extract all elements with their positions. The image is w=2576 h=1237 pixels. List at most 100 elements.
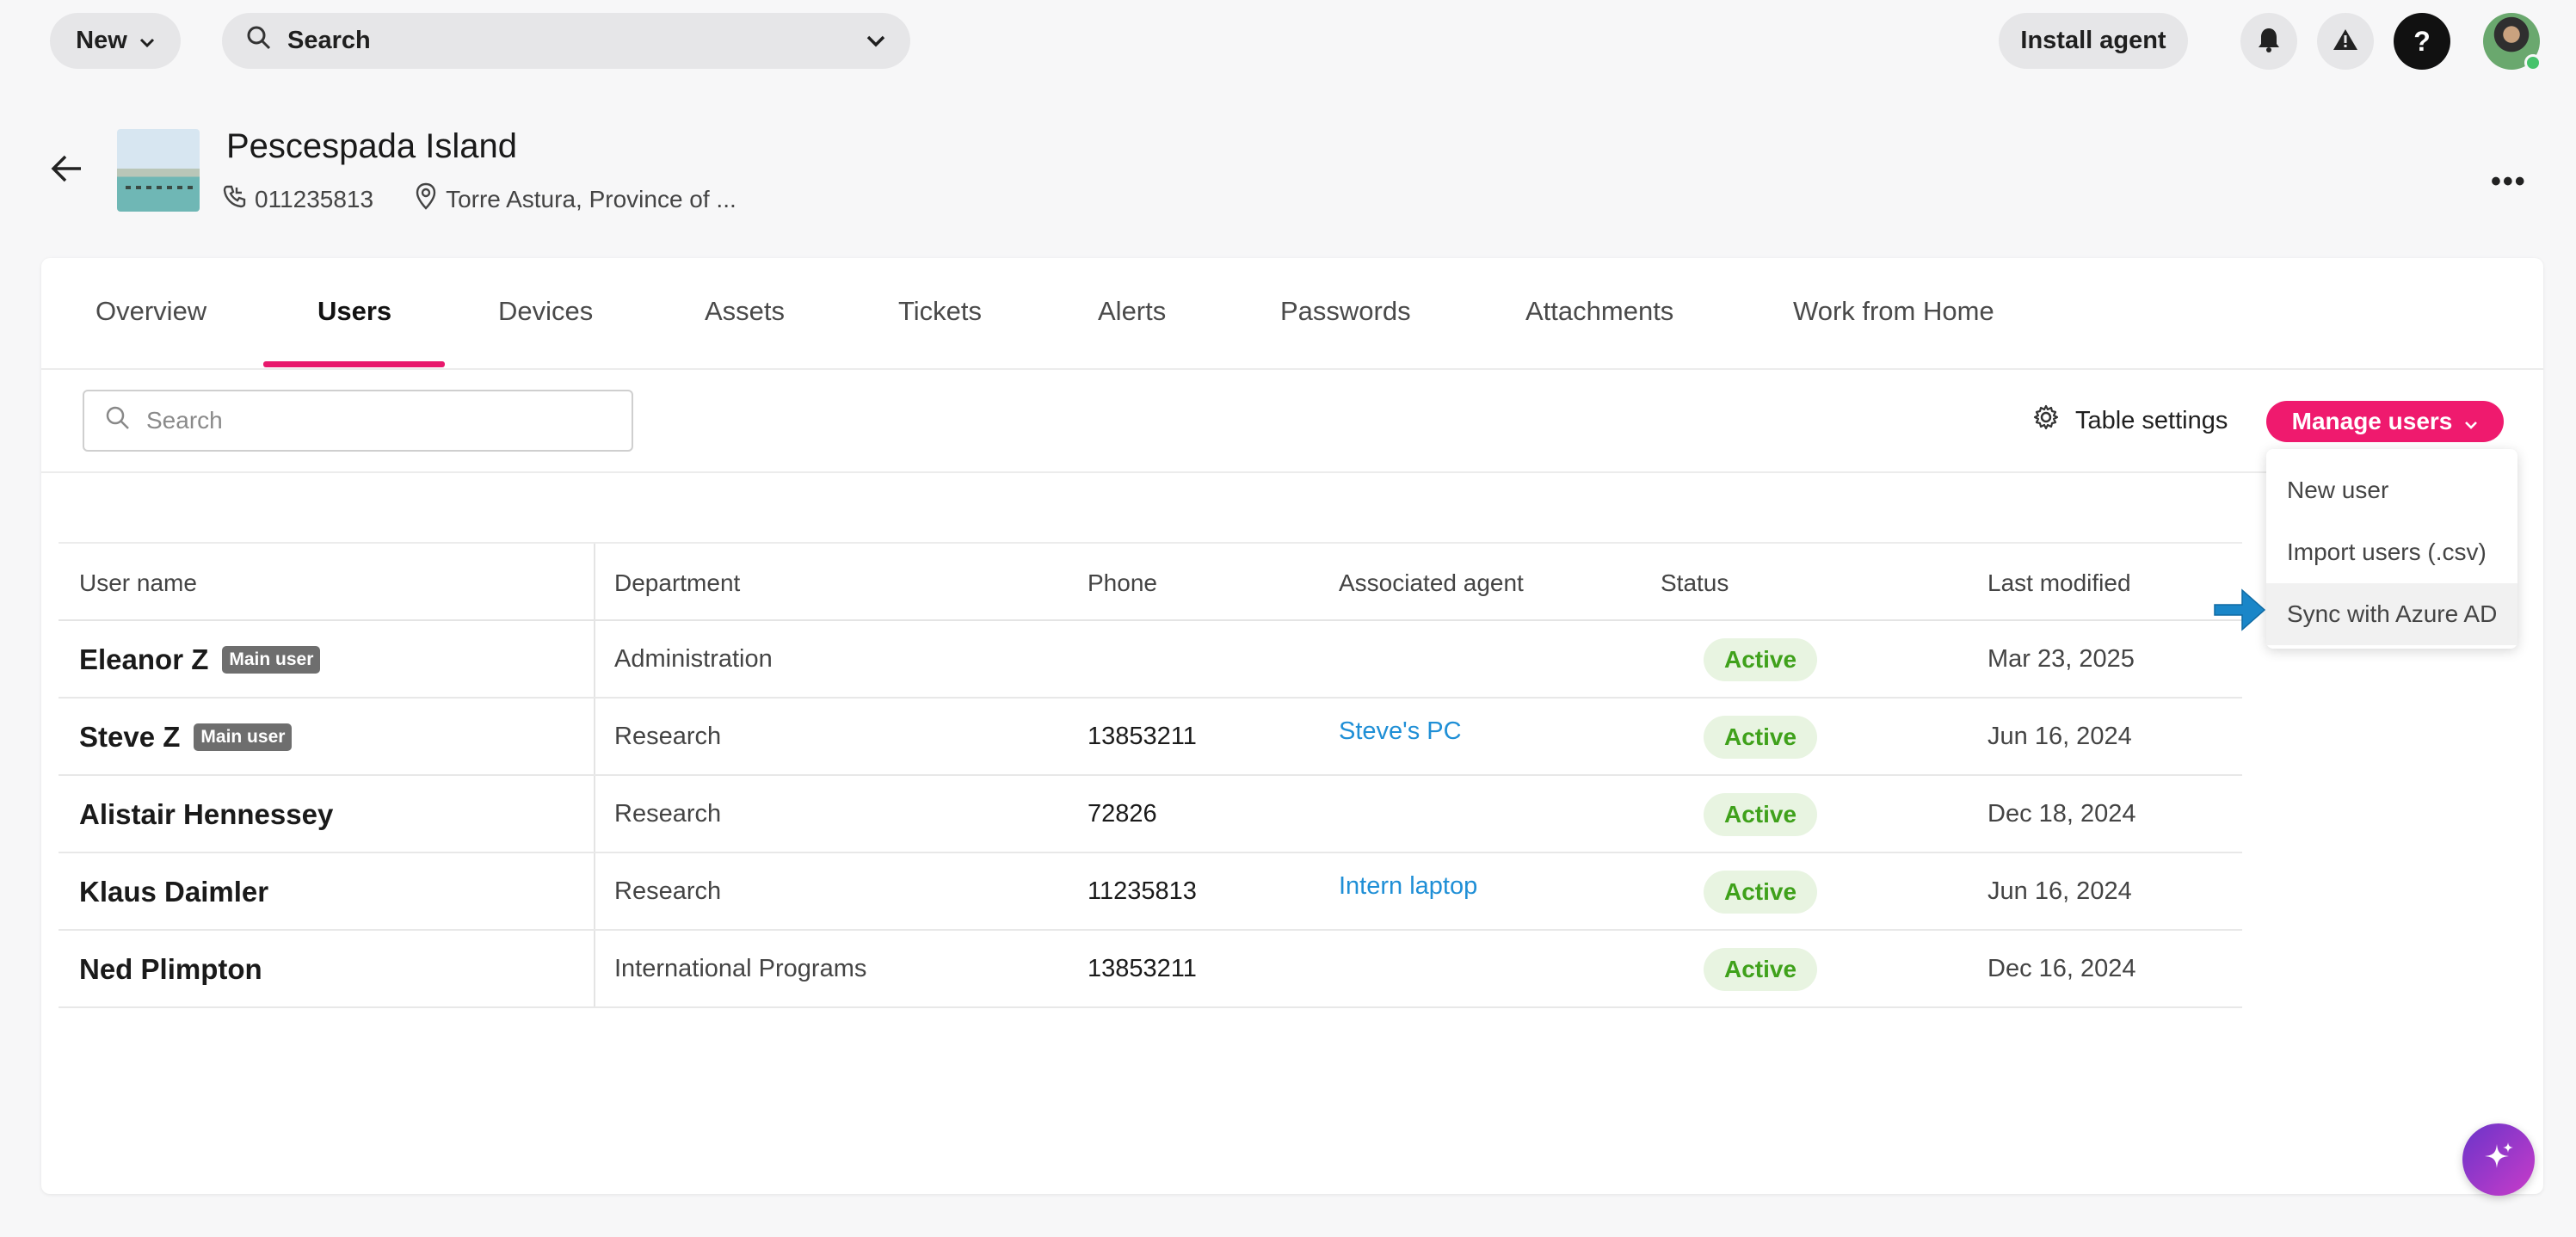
user-name: Ned Plimpton	[79, 953, 262, 985]
sparkle-icon	[2480, 1139, 2517, 1181]
pointer-arrow-icon	[2213, 585, 2266, 639]
menu-item-new-user[interactable]: New user	[2266, 459, 2517, 521]
last-modified-cell: Dec 16, 2024	[1987, 955, 2136, 982]
user-name: Alistair Hennessey	[79, 798, 334, 830]
agent-link[interactable]: Steve's PC	[1339, 717, 1462, 746]
site-image	[117, 129, 200, 212]
tab-devices[interactable]: Devices	[498, 296, 593, 327]
tab-tickets[interactable]: Tickets	[898, 296, 982, 327]
last-modified-cell: Jun 16, 2024	[1987, 723, 2132, 750]
user-name-cell[interactable]: Klaus Daimler	[79, 876, 268, 908]
site-phone: 011235813	[222, 184, 373, 214]
menu-item-sync-azure-ad[interactable]: Sync with Azure AD	[2266, 583, 2517, 645]
department-cell: Research	[614, 877, 722, 905]
user-name: Eleanor Z	[79, 643, 209, 675]
main-user-badge: Main user	[222, 646, 321, 674]
user-name-cell[interactable]: Ned Plimpton	[79, 953, 262, 986]
status-badge: Active	[1704, 793, 1818, 836]
site-title: Pescespada Island	[226, 127, 518, 165]
menu-item-import-users-csv[interactable]: Import users (.csv)	[2266, 521, 2517, 583]
tab-passwords[interactable]: Passwords	[1280, 296, 1411, 327]
column-header-last-modified[interactable]: Last modified	[1987, 569, 2131, 597]
column-header-status[interactable]: Status	[1661, 569, 1729, 597]
site-image-detail	[126, 186, 193, 189]
users-search-placeholder: Search	[146, 407, 223, 434]
toolbar-divider	[41, 471, 2266, 473]
column-divider	[594, 776, 595, 852]
column-divider	[594, 699, 595, 774]
site-phone-text: 011235813	[255, 185, 374, 212]
table-row[interactable]: Alistair Hennessey Research 72826 Active…	[59, 776, 2242, 853]
last-modified-cell: Jun 16, 2024	[1987, 877, 2132, 905]
agent-link[interactable]: Intern laptop	[1339, 872, 1477, 901]
phone-cell: 11235813	[1088, 877, 1197, 905]
gear-icon	[2032, 403, 2060, 438]
new-button[interactable]: New	[50, 13, 181, 69]
site-location: Torre Astura, Province of ...	[415, 182, 736, 216]
tab-attachments[interactable]: Attachments	[1525, 296, 1673, 327]
notifications-button[interactable]	[2240, 13, 2297, 70]
help-button[interactable]: ?	[2394, 13, 2450, 70]
phone-cell: 13853211	[1088, 723, 1197, 750]
department-cell: International Programs	[614, 955, 867, 982]
column-divider	[594, 853, 595, 929]
tab-overview[interactable]: Overview	[96, 296, 206, 327]
global-search-bar[interactable]: Search	[222, 13, 910, 69]
column-header-department[interactable]: Department	[614, 569, 740, 597]
back-arrow-icon[interactable]	[50, 153, 84, 188]
active-tab-indicator	[263, 361, 445, 367]
users-table: User name Department Phone Associated ag…	[59, 542, 2242, 1008]
tab-assets[interactable]: Assets	[705, 296, 785, 327]
department-cell: Research	[614, 723, 722, 750]
user-name: Klaus Daimler	[79, 876, 269, 908]
status-badge: Active	[1704, 871, 1818, 914]
more-options-icon[interactable]: •••	[2491, 165, 2527, 199]
question-mark-icon: ?	[2413, 25, 2431, 57]
site-location-text: Torre Astura, Province of ...	[446, 185, 736, 212]
status-badge: Active	[1704, 716, 1818, 759]
table-row[interactable]: Klaus Daimler Research 11235813 Intern l…	[59, 853, 2242, 931]
table-row[interactable]: Steve Z Main user Research 13853211 Stev…	[59, 699, 2242, 776]
chevron-down-icon	[2464, 408, 2478, 435]
chevron-down-icon[interactable]	[866, 27, 886, 55]
manage-users-label: Manage users	[2291, 408, 2453, 434]
install-agent-button[interactable]: Install agent	[1999, 13, 2188, 69]
tab-users[interactable]: Users	[317, 296, 391, 327]
table-row[interactable]: Ned Plimpton International Programs 1385…	[59, 931, 2242, 1008]
global-search-label: Search	[287, 27, 371, 54]
user-name-cell[interactable]: Eleanor Z Main user	[79, 643, 321, 676]
table-row[interactable]: Eleanor Z Main user Administration Activ…	[59, 621, 2242, 699]
bell-icon	[2256, 26, 2282, 58]
column-header-phone[interactable]: Phone	[1088, 569, 1157, 597]
users-card: Overview Users Devices Assets Tickets Al…	[41, 258, 2543, 1194]
users-search-input[interactable]: Search	[83, 390, 633, 452]
last-modified-cell: Dec 18, 2024	[1987, 800, 2136, 828]
top-bar: New Search Install agent ?	[0, 0, 2576, 83]
ai-assistant-button[interactable]	[2462, 1123, 2535, 1196]
column-divider	[594, 931, 595, 1006]
search-icon	[246, 25, 272, 58]
user-name-cell[interactable]: Steve Z Main user	[79, 721, 293, 754]
install-agent-label: Install agent	[2020, 27, 2166, 54]
main-user-badge: Main user	[194, 723, 293, 751]
table-settings-button[interactable]: Table settings	[2032, 403, 2228, 438]
column-header-user-name[interactable]: User name	[79, 569, 197, 597]
table-header: User name Department Phone Associated ag…	[59, 542, 2242, 621]
column-divider	[594, 621, 595, 697]
tab-alerts[interactable]: Alerts	[1098, 296, 1166, 327]
user-avatar[interactable]	[2483, 13, 2542, 71]
department-cell: Research	[614, 800, 722, 828]
column-header-associated-agent[interactable]: Associated agent	[1339, 569, 1524, 597]
alerts-button[interactable]	[2317, 13, 2374, 70]
user-name: Steve Z	[79, 721, 181, 753]
warning-icon	[2333, 28, 2358, 56]
table-settings-label: Table settings	[2075, 406, 2228, 434]
new-button-label: New	[76, 27, 127, 54]
user-name-cell[interactable]: Alistair Hennessey	[79, 798, 333, 831]
tab-work-from-home[interactable]: Work from Home	[1793, 296, 1994, 327]
phone-cell: 72826	[1088, 800, 1157, 828]
search-icon	[105, 405, 131, 437]
manage-users-button[interactable]: Manage users	[2266, 401, 2504, 442]
status-badge: Active	[1704, 948, 1818, 991]
phone-icon	[222, 184, 246, 214]
